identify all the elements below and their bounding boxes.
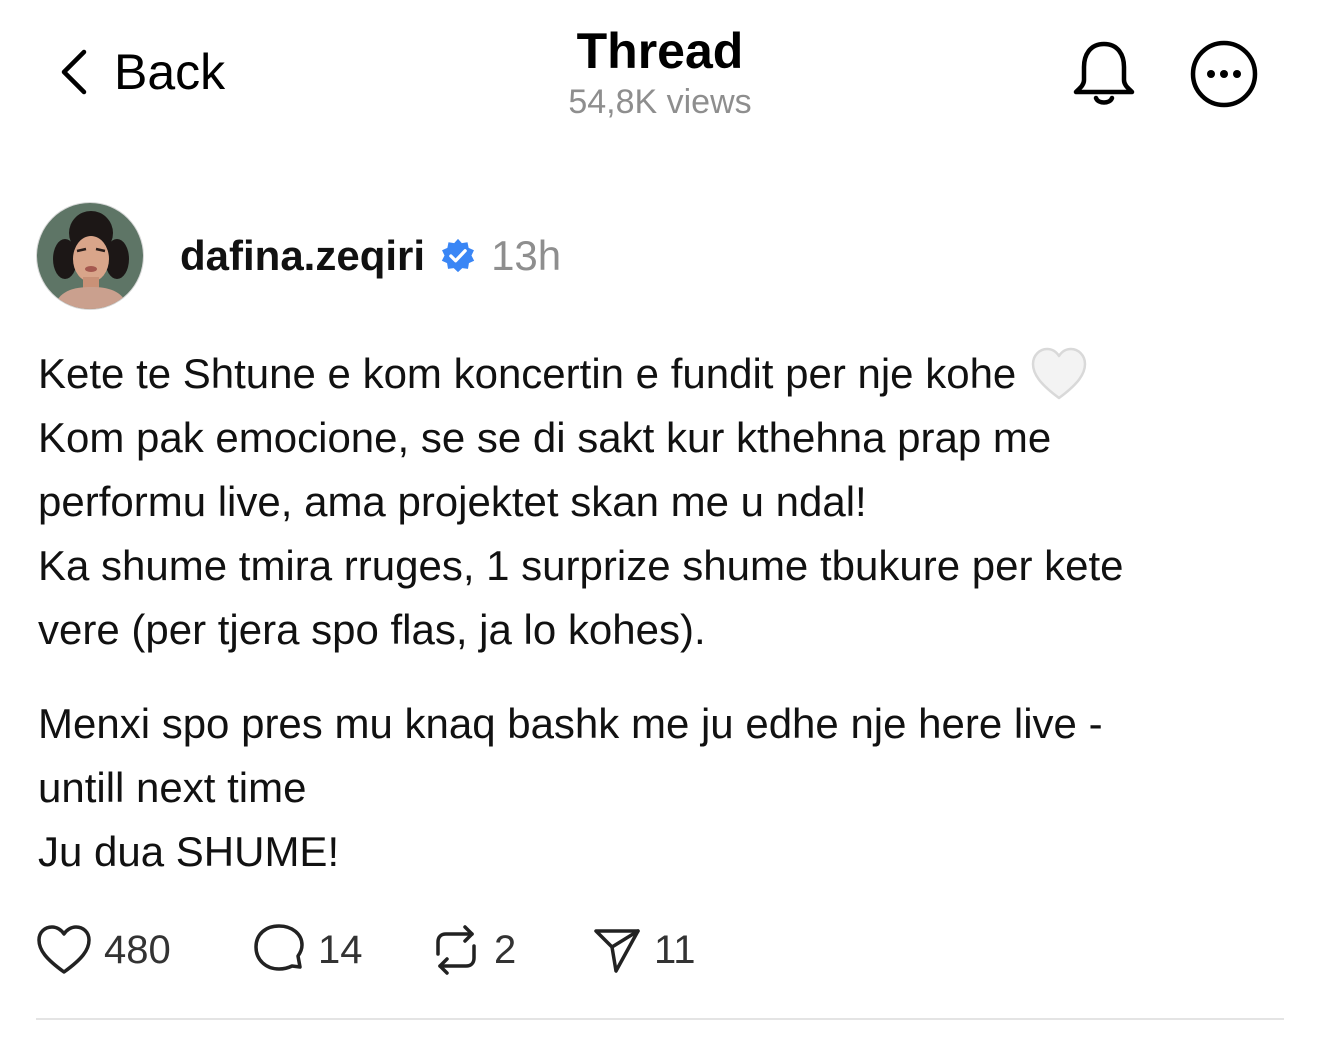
post-time: 13h — [491, 232, 562, 279]
like-count: 480 — [104, 927, 171, 972]
comment-icon — [254, 924, 304, 971]
repost-button[interactable]: 2 — [430, 924, 592, 976]
post-text: Ju dua SHUME! — [38, 828, 340, 875]
divider — [36, 1018, 1284, 1020]
page-title: Thread — [576, 23, 744, 79]
post-text: Ka shume tmira rruges, 1 surprize shume … — [38, 542, 1124, 589]
share-button[interactable]: 11 — [592, 925, 696, 975]
post-text: Kom pak emocione, se se di sakt kur kthe… — [38, 414, 1052, 461]
more-icon — [1190, 40, 1258, 108]
bell-icon — [1073, 41, 1135, 105]
white-heart-emoji-icon — [1030, 346, 1088, 402]
top-bar: Back Thread 54,8K views — [0, 0, 1320, 150]
post-text: Kete te Shtune e kom koncertin e fundit … — [38, 350, 1017, 397]
post-text: performu live, ama projektet skan me u n… — [38, 478, 867, 525]
post-body: Kete te Shtune e kom koncertin e fundit … — [38, 342, 1288, 884]
chevron-left-icon — [61, 49, 87, 95]
repost-icon — [436, 925, 476, 975]
view-count: 54,8K views — [568, 83, 752, 121]
post-text: untill next time — [38, 764, 307, 811]
more-options-button[interactable] — [1188, 38, 1260, 115]
back-button[interactable]: Back — [56, 44, 225, 100]
verified-badge-icon — [439, 237, 477, 275]
avatar[interactable] — [36, 202, 144, 310]
back-label: Back — [114, 44, 226, 100]
like-button[interactable]: 480 — [36, 924, 252, 976]
post-text: Menxi spo pres mu knaq bashk me ju edhe … — [38, 700, 1103, 747]
post-text: vere (per tjera spo flas, ja lo kohes). — [38, 606, 706, 653]
notifications-button[interactable] — [1068, 38, 1140, 115]
post-line: Kete te Shtune e kom koncertin e fundit … — [38, 342, 1288, 406]
reply-button[interactable]: 14 — [252, 923, 430, 977]
post-actions: 480 14 2 11 — [36, 920, 696, 980]
author-username[interactable]: dafina.zeqiri — [180, 232, 425, 280]
share-count: 11 — [654, 927, 696, 972]
repost-count: 2 — [494, 927, 517, 972]
send-icon — [594, 929, 640, 973]
avatar-photo — [37, 203, 143, 309]
title-block: Thread 54,8K views — [460, 22, 860, 122]
reply-count: 14 — [318, 927, 363, 972]
heart-icon — [37, 925, 91, 974]
post-author: dafina.zeqiri 13h — [36, 202, 561, 310]
